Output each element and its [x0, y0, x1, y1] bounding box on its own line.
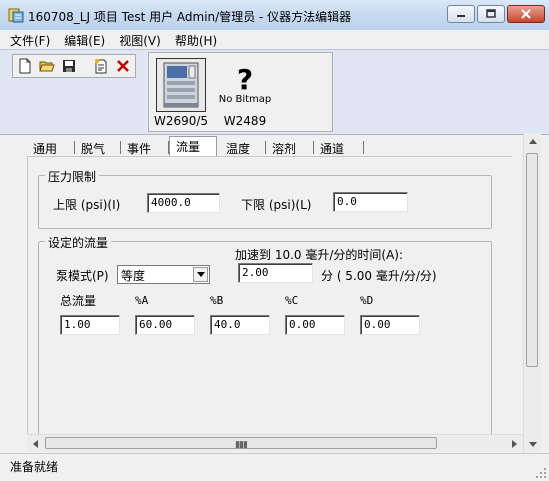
tab-flow[interactable]: 流量 — [169, 136, 217, 157]
hplc-module-icon — [156, 58, 206, 112]
percent-b-header: %B — [210, 294, 224, 307]
app-icon — [8, 7, 24, 23]
lower-limit-label: 下限 (psi)(L) — [241, 198, 312, 212]
percent-c-input[interactable]: 0.00 — [285, 315, 345, 335]
lower-limit-input[interactable]: 0.0 — [333, 192, 408, 212]
horizontal-scroll-thumb[interactable]: ▮▮▮ — [45, 437, 437, 450]
delete-x-icon — [117, 60, 129, 72]
tab-label: 温度 — [226, 142, 251, 156]
save-button[interactable] — [59, 57, 79, 75]
properties-icon — [95, 59, 107, 74]
tab-label: 脱气 — [81, 142, 106, 156]
delete-button[interactable] — [113, 57, 133, 75]
instrument-w2690-5[interactable]: W2690/5 — [152, 55, 210, 131]
flow-tab-panel: 压力限制 上限 (psi)(I) 4000.0 下限 (psi)(L) 0.0 … — [27, 156, 512, 441]
menu-bar: 文件(F) 编辑(E) 视图(V) 帮助(H) — [0, 30, 549, 49]
instrument-w2489[interactable]: ? No Bitmap W2489 — [216, 55, 274, 131]
minimize-icon — [457, 15, 465, 17]
no-bitmap-icon: ? No Bitmap — [218, 58, 272, 112]
percent-b-input[interactable]: 40.0 — [210, 315, 270, 335]
scroll-up-icon[interactable] — [524, 133, 541, 150]
tab-temperature[interactable]: 温度 — [220, 139, 266, 156]
pressure-limit-title: 压力限制 — [45, 168, 100, 185]
pump-mode-select[interactable]: 等度 — [117, 265, 210, 284]
chevron-down-icon[interactable] — [193, 267, 208, 282]
tab-solvent[interactable]: 溶剂 — [266, 139, 314, 156]
pressure-limit-group: 压力限制 上限 (psi)(I) 4000.0 下限 (psi)(L) 0.0 — [38, 168, 492, 229]
toolbar-area: W2690/5 ? No Bitmap W2489 — [0, 49, 549, 135]
pump-mode-label: 泵模式(P) — [56, 269, 109, 283]
menu-view[interactable]: 视图(V) — [111, 30, 167, 49]
open-button[interactable] — [37, 57, 57, 75]
save-icon — [63, 60, 75, 72]
toolbar — [12, 54, 136, 78]
vertical-scroll-thumb[interactable] — [526, 153, 538, 367]
tab-degas[interactable]: 脱气 — [75, 139, 121, 156]
ramp-unit-label: 分 ( 5.00 毫升/分/分) — [321, 269, 437, 283]
horizontal-scrollbar[interactable]: ▮▮▮ — [27, 434, 523, 452]
percent-d-input[interactable]: 0.00 — [360, 315, 420, 335]
tab-strip: 通用 脱气 事件 流量 温度 溶剂 通道 — [27, 136, 507, 157]
set-flow-group: 设定的流量 加速到 10.0 毫升/分的时间(A): 2.00 分 ( 5.00… — [38, 234, 492, 441]
menu-help[interactable]: 帮助(H) — [167, 30, 223, 49]
tab-general[interactable]: 通用 — [27, 139, 75, 156]
minimize-button[interactable] — [447, 5, 475, 23]
close-icon — [521, 9, 531, 19]
total-flow-header: 总流量 — [60, 294, 97, 308]
instrument-label: W2690/5 — [153, 114, 209, 128]
upper-limit-label: 上限 (psi)(I) — [53, 198, 121, 212]
question-mark: ? — [236, 62, 254, 96]
scroll-left-icon[interactable] — [27, 435, 44, 452]
window-title: 160708_LJ 项目 Test 用户 Admin/管理员 - 仪器方法编辑器 — [28, 10, 352, 24]
percent-a-input[interactable]: 60.00 — [135, 315, 195, 335]
open-folder-icon — [39, 61, 55, 72]
tab-channel[interactable]: 通道 — [314, 139, 364, 156]
total-flow-input[interactable]: 1.00 — [60, 315, 120, 335]
properties-button[interactable] — [91, 57, 111, 75]
status-bar: 准备就绪 — [0, 453, 549, 481]
percent-c-header: %C — [285, 294, 299, 307]
tab-label: 通用 — [33, 142, 58, 156]
tab-label: 事件 — [127, 142, 152, 156]
set-flow-title: 设定的流量 — [45, 234, 112, 251]
close-button[interactable] — [507, 5, 545, 23]
title-bar[interactable]: 160708_LJ 项目 Test 用户 Admin/管理员 - 仪器方法编辑器 — [0, 0, 549, 31]
new-button[interactable] — [15, 57, 35, 75]
tab-label: 流量 — [176, 140, 201, 154]
scroll-right-icon[interactable] — [506, 435, 523, 452]
maximize-button[interactable] — [477, 5, 505, 23]
menu-file[interactable]: 文件(F) — [0, 30, 56, 49]
maximize-icon — [486, 9, 496, 18]
instrument-method-editor-window: 160708_LJ 项目 Test 用户 Admin/管理员 - 仪器方法编辑器… — [0, 0, 549, 481]
scroll-down-icon[interactable] — [524, 436, 541, 453]
percent-d-header: %D — [360, 294, 374, 307]
grip-icon: ▮▮▮ — [235, 440, 248, 450]
tab-label: 溶剂 — [272, 142, 297, 156]
ramp-time-input[interactable]: 2.00 — [238, 263, 313, 283]
status-text: 准备就绪 — [10, 460, 59, 474]
no-bitmap-text: No Bitmap — [218, 93, 272, 105]
resize-grip-icon[interactable] — [535, 467, 547, 479]
tab-events[interactable]: 事件 — [121, 139, 169, 156]
upper-limit-input[interactable]: 4000.0 — [147, 193, 220, 213]
menu-edit[interactable]: 编辑(E) — [56, 30, 111, 49]
tab-label: 通道 — [320, 142, 345, 156]
instrument-label: W2489 — [223, 114, 267, 128]
pump-mode-value: 等度 — [121, 269, 146, 283]
percent-a-header: %A — [135, 294, 149, 307]
instrument-panel: W2690/5 ? No Bitmap W2489 — [148, 52, 333, 132]
vertical-scrollbar[interactable] — [523, 133, 541, 453]
new-file-icon — [19, 58, 31, 74]
ramp-time-label: 加速到 10.0 毫升/分的时间(A): — [235, 248, 404, 262]
